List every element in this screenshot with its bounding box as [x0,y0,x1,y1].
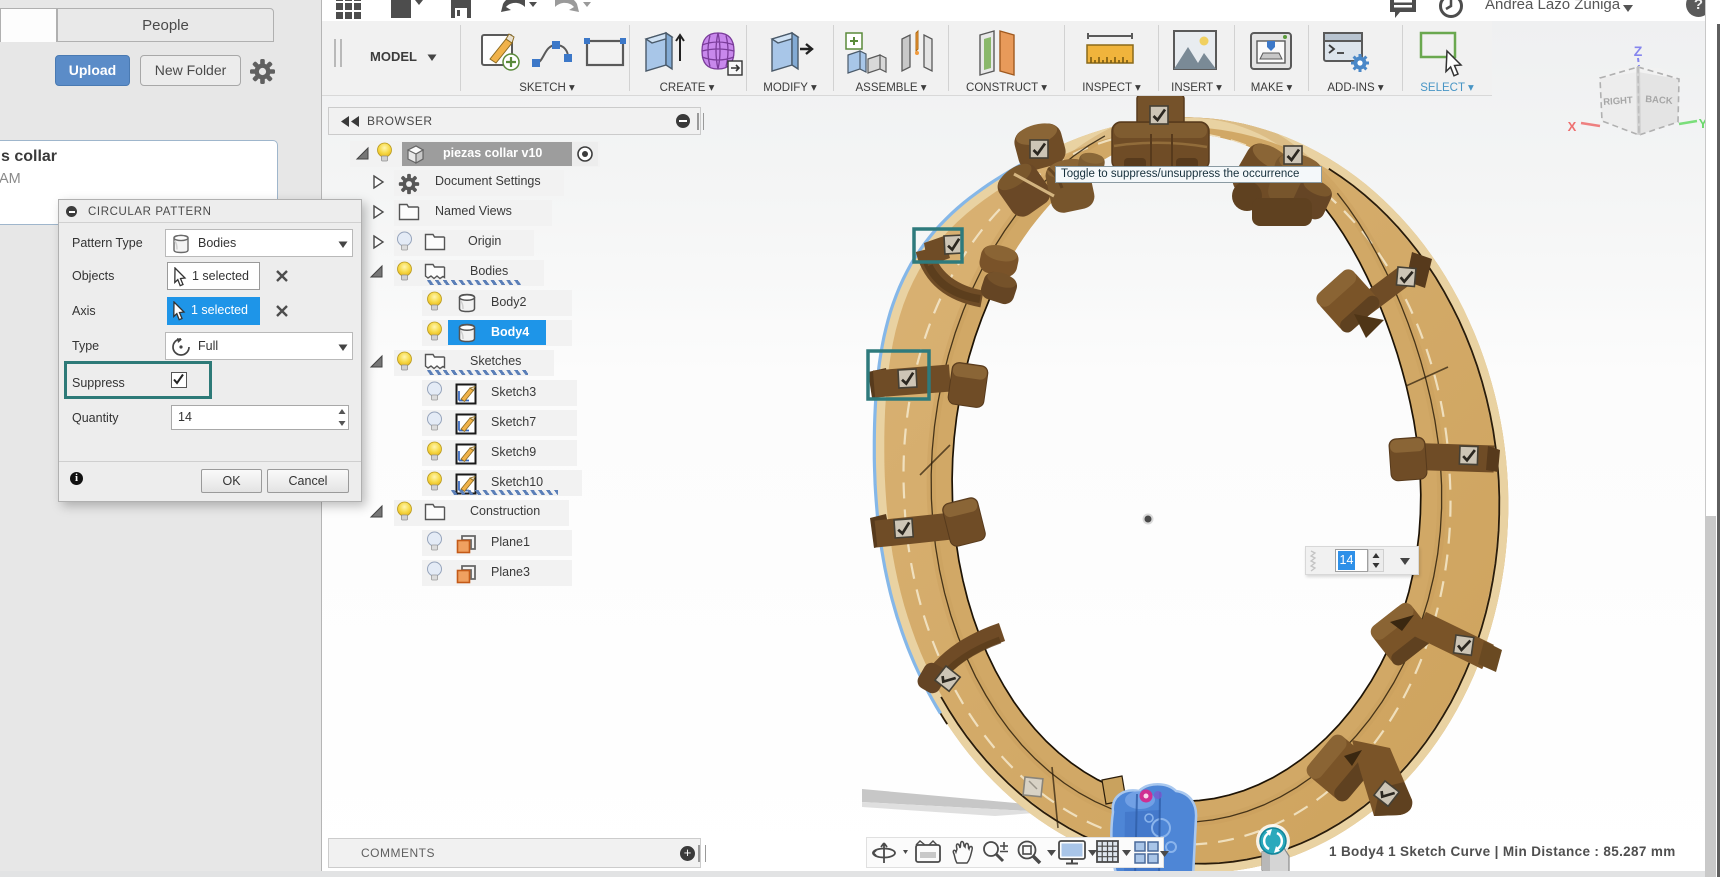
svg-text:X: X [1568,119,1577,134]
svg-text:Z: Z [1634,43,1643,59]
svg-text:RIGHT: RIGHT [1603,95,1633,108]
svg-text:BACK: BACK [1645,94,1673,107]
